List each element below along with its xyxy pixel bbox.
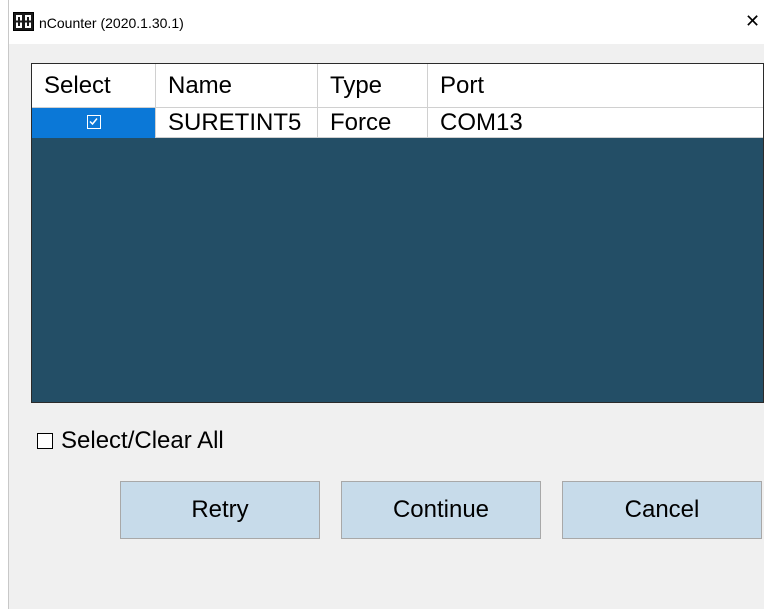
list-item[interactable]: SURETINT5 Force COM13 xyxy=(32,108,763,138)
list-header: Select Name Type Port xyxy=(32,64,763,108)
title-bar: nCounter (2020.1.30.1) ✕ xyxy=(9,0,764,44)
device-name: SURETINT5 xyxy=(156,108,318,138)
checkbox-icon[interactable] xyxy=(37,433,53,449)
ncounter-dialog: nCounter (2020.1.30.1) ✕ Select Name Typ… xyxy=(8,0,764,609)
device-type: Force xyxy=(318,108,428,138)
row-select-cell[interactable] xyxy=(32,108,156,138)
window-title: nCounter (2020.1.30.1) xyxy=(39,15,184,31)
ncounter-app-icon xyxy=(13,12,34,31)
select-clear-all-checkbox[interactable]: Select/Clear All xyxy=(37,427,224,455)
column-header-type[interactable]: Type xyxy=(318,64,428,107)
device-port: COM13 xyxy=(428,108,763,138)
row-checkbox[interactable] xyxy=(86,114,101,129)
checkmark-icon xyxy=(88,117,98,125)
column-header-select[interactable]: Select xyxy=(32,64,156,107)
device-list[interactable]: Select Name Type Port SURETINT5 Force CO… xyxy=(31,63,764,403)
column-header-name[interactable]: Name xyxy=(156,64,318,107)
continue-button[interactable]: Continue xyxy=(341,481,541,539)
cancel-button[interactable]: Cancel xyxy=(562,481,762,539)
column-header-port[interactable]: Port xyxy=(428,64,763,107)
retry-button[interactable]: Retry xyxy=(120,481,320,539)
select-clear-all-label: Select/Clear All xyxy=(61,427,224,454)
close-icon[interactable]: ✕ xyxy=(745,6,764,36)
